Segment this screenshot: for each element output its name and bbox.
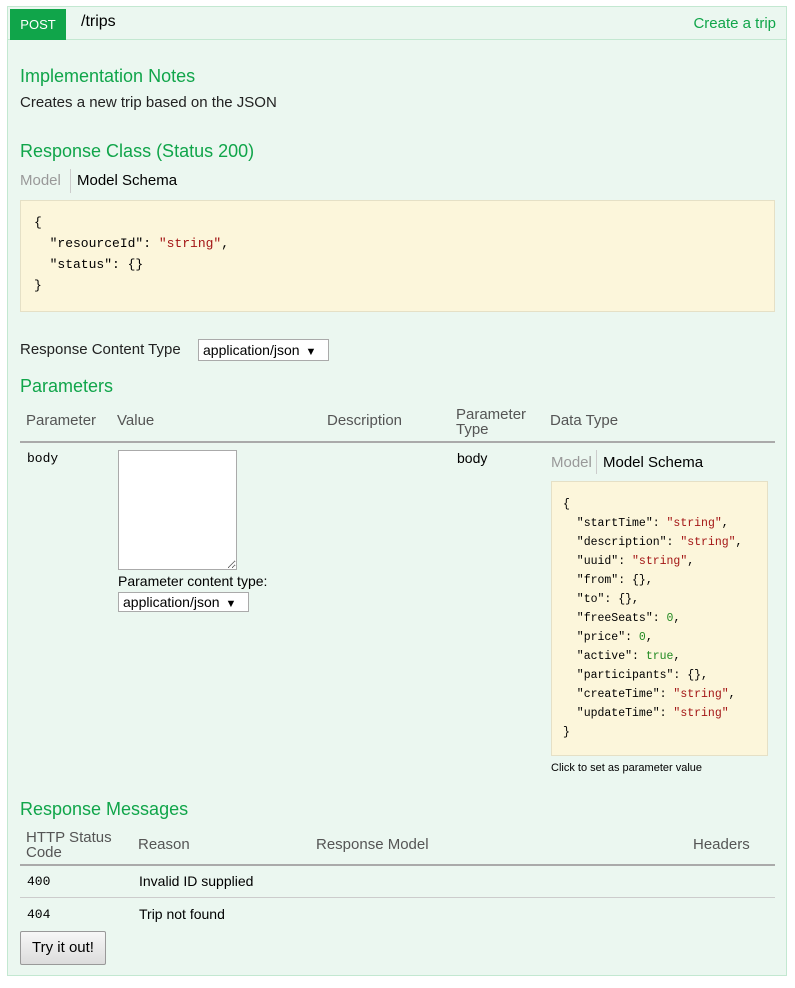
col-header-response-model: Response Model (316, 836, 429, 853)
code-line: "participants": {}, (563, 669, 708, 682)
col-header-value: Value (117, 412, 155, 429)
col-header-status-line1: HTTP Status (26, 829, 112, 846)
operation-heading[interactable]: POST /trips Create a trip (8, 7, 786, 40)
param-type-value: body (457, 450, 488, 466)
try-it-out-button[interactable]: Try it out! (20, 931, 106, 965)
code-line: { (563, 498, 570, 511)
response-content-type-label: Response Content Type (20, 341, 181, 358)
http-method-badge[interactable]: POST (10, 9, 66, 40)
response-messages-title: Response Messages (20, 799, 189, 819)
body-parameter-input[interactable] (118, 450, 237, 570)
response-reason: Trip not found (139, 906, 225, 922)
dropdown-arrow-icon: ▼ (305, 346, 317, 358)
operation-summary[interactable]: Create a trip (693, 15, 776, 32)
code-line: "uuid": "string", (563, 555, 695, 568)
col-header-reason: Reason (138, 836, 190, 853)
endpoint-path[interactable]: /trips (81, 13, 116, 31)
param-content-type-select[interactable]: application/json ▼ (118, 592, 249, 612)
response-class-schema-code: { "resourceId": "string", "status": {} } (20, 200, 775, 312)
col-header-status-line2: Code (26, 844, 62, 861)
col-header-data-type: Data Type (550, 412, 619, 429)
code-line: "freeSeats": 0, (563, 612, 681, 625)
code-line: } (34, 278, 42, 293)
response-class-schema-tab[interactable]: Model Schema (77, 172, 177, 189)
data-type-model-tab[interactable]: Model (551, 454, 592, 471)
col-header-parameter: Parameter (26, 412, 97, 429)
operation-panel: POST /trips Create a trip Implementation… (7, 6, 787, 976)
code-line: "active": true, (563, 650, 681, 663)
col-header-headers: Headers (693, 836, 750, 853)
tab-separator (596, 450, 597, 474)
data-type-schema-tab[interactable]: Model Schema (603, 454, 703, 471)
code-line: "description": "string", (563, 536, 743, 549)
implementation-notes-title: Implementation Notes (20, 66, 196, 86)
code-line: "from": {}, (563, 574, 653, 587)
code-line: "to": {}, (563, 593, 639, 606)
response-class-title: Response Class (Status 200) (20, 141, 255, 161)
col-header-parameter-type-line1: Parameter (456, 406, 527, 423)
code-line: { (34, 215, 42, 230)
col-header-description: Description (327, 412, 403, 429)
implementation-notes-text: Creates a new trip based on the JSON (20, 94, 277, 111)
response-code: 400 (27, 874, 51, 889)
dropdown-arrow-icon: ▼ (225, 598, 237, 610)
code-line: "resourceId": "string", (34, 236, 230, 251)
col-header-parameter-type-line2: Type (456, 421, 489, 438)
col-header-http-status-code: HTTP Status Code (26, 830, 112, 860)
selected-option: application/json (123, 594, 220, 610)
code-line: "updateTime": "string" (563, 707, 729, 720)
response-content-type-select[interactable]: application/json ▼ (198, 339, 329, 361)
code-line: } (563, 726, 570, 739)
row-divider (20, 897, 775, 898)
parameters-title: Parameters (20, 376, 114, 396)
table-header-rule (20, 441, 775, 443)
code-line: "startTime": "string", (563, 517, 729, 530)
col-header-parameter-type: Parameter Type (456, 407, 526, 437)
response-reason: Invalid ID supplied (139, 873, 254, 889)
code-line: "status": {} (34, 257, 144, 272)
tab-separator (70, 169, 71, 193)
code-line: "price": 0, (563, 631, 653, 644)
schema-hint: Click to set as parameter value (551, 762, 703, 774)
param-model-schema-code[interactable]: { "startTime": "string", "description": … (551, 481, 768, 756)
param-name: body (27, 451, 59, 466)
code-line: "createTime": "string", (563, 688, 736, 701)
param-content-type-label: Parameter content type: (118, 573, 268, 589)
response-class-model-tab[interactable]: Model (20, 172, 61, 189)
response-code: 404 (27, 907, 51, 922)
selected-option: application/json (203, 342, 300, 358)
table-header-rule (20, 864, 775, 866)
